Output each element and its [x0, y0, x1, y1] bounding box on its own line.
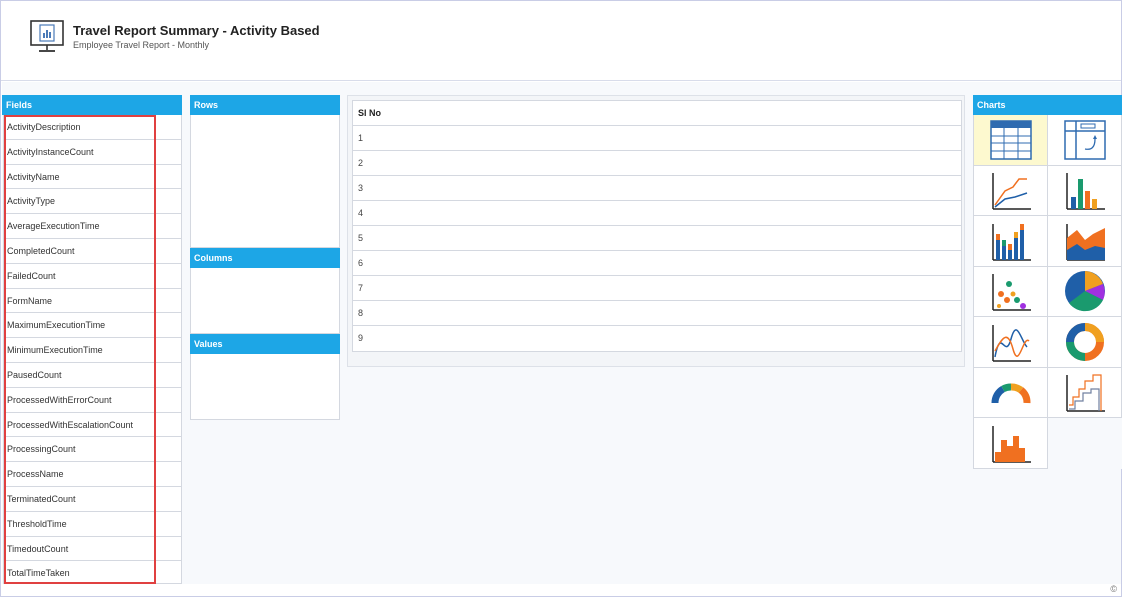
- table-chart-icon: [989, 120, 1032, 160]
- spline-chart-icon: [991, 324, 1031, 362]
- report-grid-container: Sl No 123456789: [347, 95, 965, 367]
- donut-chart-icon: [1065, 322, 1104, 361]
- report-grid: Sl No 123456789: [352, 100, 962, 352]
- line-chart-icon: [991, 173, 1031, 210]
- field-item[interactable]: AverageExecutionTime: [4, 214, 181, 239]
- gauge-chart-icon: [990, 383, 1030, 404]
- grid-row[interactable]: 1: [353, 126, 961, 151]
- grid-row[interactable]: 9: [353, 326, 961, 351]
- field-item[interactable]: TotalTimeTaken: [4, 561, 181, 586]
- charts-panel-header: Charts: [973, 95, 1122, 115]
- chart-type-grid: [973, 115, 1122, 469]
- grid-row[interactable]: 7: [353, 276, 961, 301]
- chart-grid-empty-cell: [1048, 418, 1122, 469]
- gauge-chart-option[interactable]: [974, 367, 1048, 418]
- field-item[interactable]: ProcessedWithErrorCount: [4, 388, 181, 413]
- fields-list: ActivityDescription ActivityInstanceCount…: [3, 115, 182, 584]
- scatter-chart-icon: [991, 274, 1031, 311]
- report-subtitle: Employee Travel Report - Monthly: [73, 40, 210, 50]
- scatter-chart-option[interactable]: [974, 266, 1048, 317]
- grid-header-sl-no[interactable]: Sl No: [353, 101, 961, 126]
- fields-panel-header: Fields: [2, 95, 182, 115]
- field-item[interactable]: ThresholdTime: [4, 512, 181, 537]
- field-item[interactable]: MinimumExecutionTime: [4, 338, 181, 363]
- pie-chart-icon: [1064, 271, 1105, 312]
- columns-panel-header: Columns: [190, 248, 340, 268]
- columns-drop-zone[interactable]: [190, 268, 340, 334]
- grid-row[interactable]: 6: [353, 251, 961, 276]
- grid-row[interactable]: 4: [353, 201, 961, 226]
- values-panel-header: Values: [190, 334, 340, 354]
- field-item[interactable]: FormName: [4, 289, 181, 314]
- grid-row[interactable]: 5: [353, 226, 961, 251]
- step-line-chart-option[interactable]: [1048, 367, 1122, 418]
- spline-chart-option[interactable]: [974, 317, 1048, 368]
- table-chart-option[interactable]: [974, 115, 1048, 166]
- field-item[interactable]: ActivityType: [4, 189, 181, 215]
- area-chart-icon: [1065, 223, 1105, 261]
- field-item[interactable]: ProcessedWithEscalationCount: [4, 413, 181, 438]
- field-item[interactable]: TerminatedCount: [4, 487, 181, 512]
- pivot-chart-icon: [1063, 120, 1106, 160]
- values-drop-zone[interactable]: [190, 354, 340, 420]
- histogram-chart-icon: [991, 425, 1031, 463]
- step-line-chart-icon: [1065, 374, 1105, 412]
- monitor-report-icon: [30, 20, 64, 52]
- rows-panel-header: Rows: [190, 95, 340, 115]
- grid-row[interactable]: 8: [353, 301, 961, 326]
- field-item[interactable]: ProcessName: [4, 462, 181, 487]
- field-item[interactable]: ProcessingCount: [4, 437, 181, 463]
- field-item[interactable]: TimedoutCount: [4, 537, 181, 562]
- grid-row[interactable]: 3: [353, 176, 961, 201]
- rows-drop-zone[interactable]: [190, 115, 340, 248]
- donut-chart-option[interactable]: [1048, 317, 1122, 368]
- field-item[interactable]: ActivityInstanceCount: [4, 140, 181, 165]
- report-title: Travel Report Summary - Activity Based: [73, 23, 320, 38]
- grid-row[interactable]: 2: [353, 151, 961, 176]
- area-chart-option[interactable]: [1048, 216, 1122, 267]
- pie-chart-option[interactable]: [1048, 266, 1122, 317]
- stacked-column-chart-option[interactable]: [974, 216, 1048, 267]
- field-item[interactable]: ActivityDescription: [4, 115, 181, 140]
- field-item[interactable]: CompletedCount: [4, 239, 181, 264]
- field-item[interactable]: ActivityName: [4, 165, 181, 190]
- histogram-chart-option[interactable]: [974, 418, 1048, 469]
- copyright-mark: ©: [1110, 584, 1117, 594]
- column-chart-option[interactable]: [1048, 165, 1122, 216]
- field-item[interactable]: FailedCount: [4, 264, 181, 289]
- column-chart-icon: [1065, 173, 1105, 210]
- pivot-chart-option[interactable]: [1048, 115, 1122, 166]
- field-item[interactable]: MaximumExecutionTime: [4, 313, 181, 339]
- field-item[interactable]: PausedCount: [4, 363, 181, 388]
- line-chart-option[interactable]: [974, 165, 1048, 216]
- stacked-column-chart-icon: [991, 223, 1031, 261]
- report-header: Travel Report Summary - Activity Based E…: [1, 1, 1121, 81]
